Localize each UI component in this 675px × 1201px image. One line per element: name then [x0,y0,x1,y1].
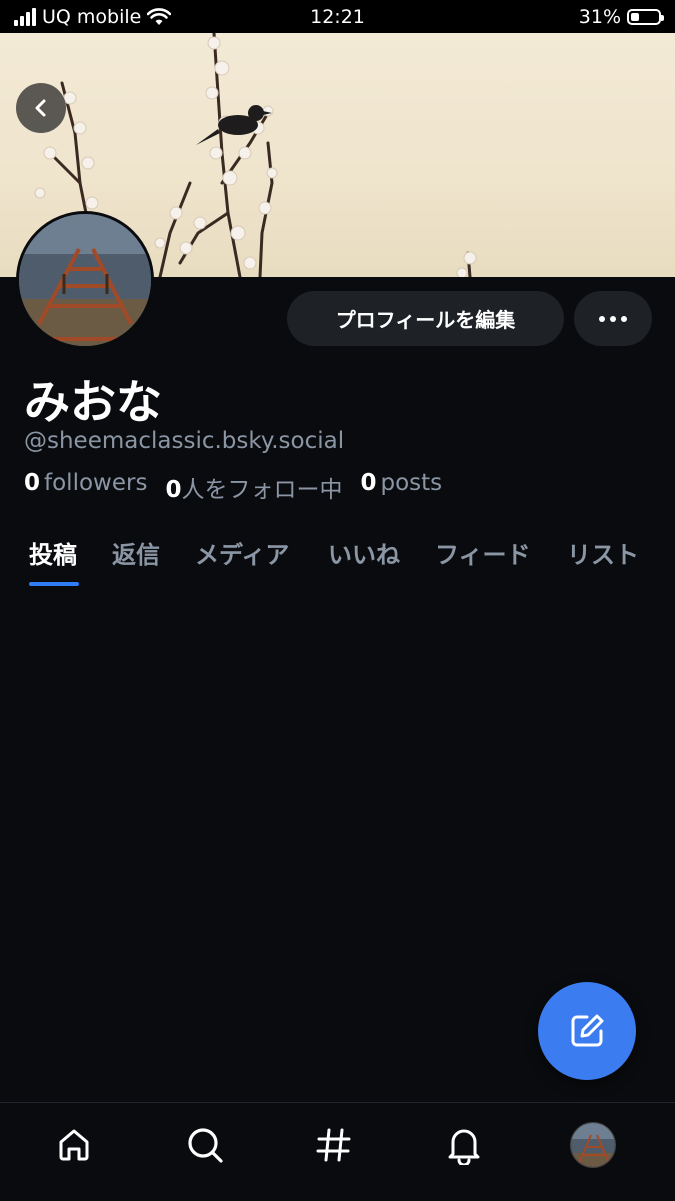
profile-handle: @sheemaclassic.bsky.social [24,428,345,454]
bell-icon [448,1129,480,1165]
nav-profile[interactable] [569,1121,617,1169]
more-horizontal-icon-dot [621,315,627,322]
posts-label: posts [380,470,443,496]
battery-level [631,13,639,21]
tab-media[interactable]: メディア [195,535,289,570]
battery-percent: 31% [578,6,621,28]
status-right: 31% [578,6,664,28]
status-time: 12:21 [310,6,365,28]
tab-lists[interactable]: リスト [567,535,639,570]
tab-feeds[interactable]: フィード [435,535,531,570]
posts-count: 0 [360,470,377,496]
back-button[interactable] [16,83,66,133]
tab-posts[interactable]: 投稿 [29,535,77,570]
battery-icon [627,9,664,25]
tab-likes[interactable]: いいね [328,535,400,570]
posts-stat: 0 posts [360,470,442,504]
profile-tabs: 投稿 返信 メディア いいね フィード リスト [0,530,675,590]
home-icon [59,1129,89,1161]
more-horizontal-icon-dot [610,315,616,322]
bottom-navigation [0,1102,675,1201]
followers-stat[interactable]: 0 followers [24,470,147,504]
hashtag-icon [316,1128,351,1162]
tab-replies[interactable]: 返信 [112,535,160,570]
profile-avatar[interactable] [16,211,154,349]
compose-icon [571,1014,604,1047]
status-bar: UQ mobile 12:21 31% [0,0,675,33]
more-options-button[interactable] [574,291,652,346]
profile-avatar-icon [570,1122,616,1168]
nav-home[interactable] [50,1121,98,1169]
display-name: みおな [24,375,162,429]
edit-profile-button[interactable]: プロフィールを編集 [287,291,564,346]
nav-notifications[interactable] [440,1121,488,1169]
followers-label: followers [44,470,148,496]
search-icon [188,1128,223,1163]
compose-button[interactable] [538,982,636,1080]
active-tab-indicator [29,582,79,586]
followers-count: 0 [24,470,41,496]
chevron-left-icon [35,99,46,117]
nav-search[interactable] [181,1121,229,1169]
following-label: 人をフォロー中 [181,477,343,503]
following-stat[interactable]: 0人をフォロー中 [165,470,342,504]
more-horizontal-icon-dot [599,315,605,322]
following-count: 0 [165,477,182,503]
nav-feeds[interactable] [310,1121,358,1169]
avatar-image [19,214,151,346]
profile-stats: 0 followers 0人をフォロー中 0 posts [24,470,460,504]
